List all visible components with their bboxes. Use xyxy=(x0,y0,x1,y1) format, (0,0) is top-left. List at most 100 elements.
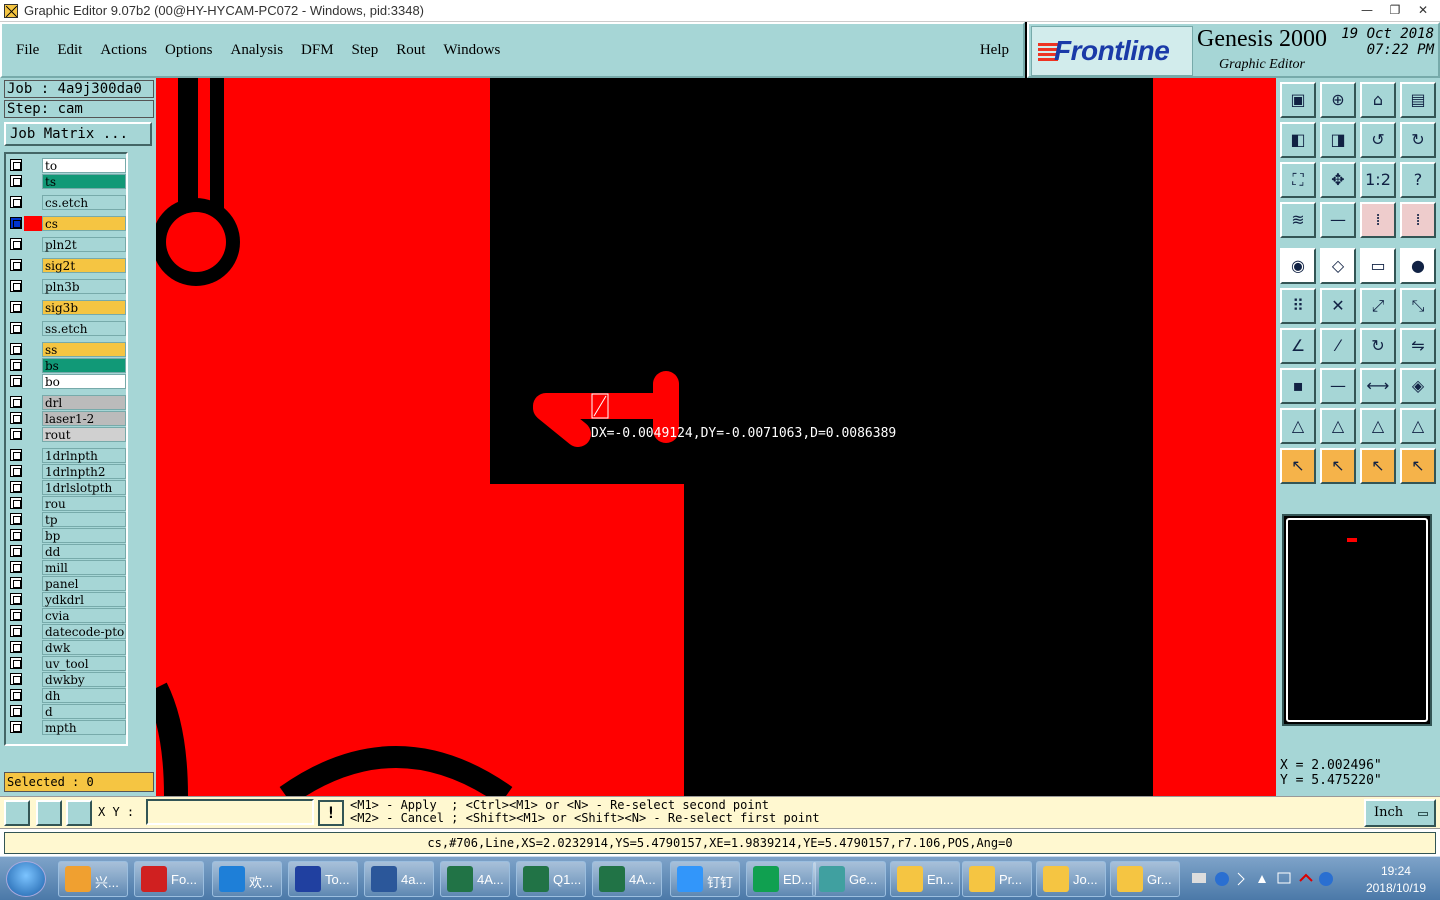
layer-name[interactable]: sig3b xyxy=(42,300,126,315)
layer-row[interactable]: sig3b xyxy=(8,300,126,315)
select-area-button[interactable]: ↖ xyxy=(1360,448,1396,484)
layer-name[interactable]: uv_tool xyxy=(42,656,126,671)
close-button[interactable]: ✕ xyxy=(1410,1,1436,19)
layer-row[interactable]: cvia xyxy=(8,608,126,623)
layer-name[interactable]: tp xyxy=(42,512,126,527)
center-view-button[interactable]: ✥ xyxy=(1320,162,1356,198)
layer-row[interactable]: rout xyxy=(8,427,126,442)
clock[interactable]: 19:24 2018/10/19 xyxy=(1366,863,1426,897)
menu-analysis[interactable]: Analysis xyxy=(231,42,284,59)
layer-name[interactable]: laser1-2 xyxy=(42,411,126,426)
layer-row[interactable]: panel xyxy=(8,576,126,591)
layer-name[interactable]: datecode-pto xyxy=(42,624,126,639)
menu-options[interactable]: Options xyxy=(165,42,213,59)
layer-name[interactable]: bs xyxy=(42,358,126,373)
layer-checkbox[interactable] xyxy=(10,545,22,557)
stretch-button[interactable]: ⟷ xyxy=(1360,368,1396,404)
layer-checkbox[interactable] xyxy=(10,481,22,493)
layer-row[interactable]: cs xyxy=(8,216,126,231)
taskbar-item[interactable]: 欢... xyxy=(212,861,282,897)
zoom-out-button[interactable]: ⊕ xyxy=(1320,82,1356,118)
layer-row[interactable]: rou xyxy=(8,496,126,511)
layer-checkbox[interactable] xyxy=(10,497,22,509)
menu-actions[interactable]: Actions xyxy=(100,42,147,59)
mirror-button[interactable]: ⇋ xyxy=(1400,328,1436,364)
layer-name[interactable]: pln3b xyxy=(42,279,126,294)
layer-checkbox[interactable] xyxy=(10,625,22,637)
taskbar-item[interactable]: Ge... xyxy=(812,861,886,897)
layer-name[interactable]: sig2t xyxy=(42,258,126,273)
layer-row[interactable]: to xyxy=(8,158,126,173)
ruler-button[interactable]: ▭ xyxy=(1360,248,1396,284)
pad-add-button[interactable]: ◉ xyxy=(1280,248,1316,284)
layer-checkbox[interactable] xyxy=(10,513,22,525)
polygon-edit-button[interactable]: △ xyxy=(1320,408,1356,444)
start-button[interactable] xyxy=(6,861,46,897)
menu-help[interactable]: Help xyxy=(980,42,1009,59)
layer-compare-button[interactable]: ⁞ xyxy=(1400,202,1436,238)
pan-left-button[interactable]: ◧ xyxy=(1280,122,1316,158)
layer-name[interactable]: rout xyxy=(42,427,126,442)
layer-checkbox[interactable] xyxy=(10,577,22,589)
layer-checkbox[interactable] xyxy=(10,322,22,334)
layer-name[interactable]: d xyxy=(42,704,126,719)
menu-edit[interactable]: Edit xyxy=(57,42,82,59)
layer-name[interactable]: 1drlnpth xyxy=(42,448,126,463)
polygon-button[interactable]: △ xyxy=(1280,408,1316,444)
taskbar-item[interactable]: Gr... xyxy=(1110,861,1180,897)
layer-checkbox[interactable] xyxy=(10,529,22,541)
layer-checkbox[interactable] xyxy=(10,159,22,171)
layer-checkbox[interactable] xyxy=(10,238,22,250)
layer-row[interactable]: dd xyxy=(8,544,126,559)
graphic-canvas[interactable]: DX=-0.0049124,DY=-0.0071063,D=0.0086389 xyxy=(156,78,1276,796)
measure-tool-button[interactable] xyxy=(36,800,62,826)
layer-row[interactable]: pln2t xyxy=(8,237,126,252)
layer-row[interactable]: bo xyxy=(8,374,126,389)
maximize-button[interactable]: ❐ xyxy=(1382,1,1408,19)
layer-name[interactable]: to xyxy=(42,158,126,173)
unit-select[interactable]: Inch xyxy=(1364,799,1436,827)
layer-name[interactable]: cs xyxy=(42,216,126,231)
arc-button[interactable]: ⁄ xyxy=(1320,328,1356,364)
taskbar-item[interactable]: Q1... xyxy=(516,861,586,897)
resize-button[interactable]: ⤡ xyxy=(1400,288,1436,324)
copy-button[interactable]: ⤢ xyxy=(1360,288,1396,324)
layer-checkbox[interactable] xyxy=(10,375,22,387)
layer-row[interactable]: tp xyxy=(8,512,126,527)
move-pad-button[interactable]: ▪ xyxy=(1280,368,1316,404)
layer-row[interactable]: dh xyxy=(8,688,126,703)
layer-checkbox[interactable] xyxy=(10,689,22,701)
zoom-tool-button[interactable] xyxy=(4,800,30,826)
taskbar-item[interactable]: 4A... xyxy=(592,861,662,897)
group-button[interactable]: ◈ xyxy=(1400,368,1436,404)
layer-row[interactable]: drl xyxy=(8,395,126,410)
layer-row[interactable]: ss.etch xyxy=(8,321,126,336)
layer-checkbox[interactable] xyxy=(10,428,22,440)
filter-button[interactable]: ≋ xyxy=(1280,202,1316,238)
layer-name[interactable]: panel xyxy=(42,576,126,591)
layer-name[interactable]: cs.etch xyxy=(42,195,126,210)
undo-button[interactable]: ↺ xyxy=(1360,122,1396,158)
layer-name[interactable]: ydkdrl xyxy=(42,592,126,607)
line-add-button[interactable]: ◇ xyxy=(1320,248,1356,284)
layer-display-button[interactable]: ⁞ xyxy=(1360,202,1396,238)
layer-checkbox[interactable] xyxy=(10,175,22,187)
xy-input[interactable] xyxy=(146,799,314,825)
layer-checkbox[interactable] xyxy=(10,343,22,355)
taskbar-item[interactable]: Fo... xyxy=(134,861,204,897)
pan-right-button[interactable]: ◨ xyxy=(1320,122,1356,158)
window-button[interactable]: ▤ xyxy=(1400,82,1436,118)
home-button[interactable]: ⌂ xyxy=(1360,82,1396,118)
layer-name[interactable]: mill xyxy=(42,560,126,575)
taskbar-item[interactable]: ED... xyxy=(746,861,816,897)
layer-checkbox[interactable] xyxy=(10,412,22,424)
select-net-button[interactable]: ↖ xyxy=(1400,448,1436,484)
layer-row[interactable]: 1drlslotpth xyxy=(8,480,126,495)
layer-checkbox[interactable] xyxy=(10,396,22,408)
layer-checkbox[interactable] xyxy=(10,721,22,733)
menu-dfm[interactable]: DFM xyxy=(301,42,334,59)
angle-button[interactable]: ∠ xyxy=(1280,328,1316,364)
layer-row[interactable]: laser1-2 xyxy=(8,411,126,426)
select-single-button[interactable]: ↖ xyxy=(1320,448,1356,484)
taskbar-item[interactable]: Jo... xyxy=(1036,861,1106,897)
